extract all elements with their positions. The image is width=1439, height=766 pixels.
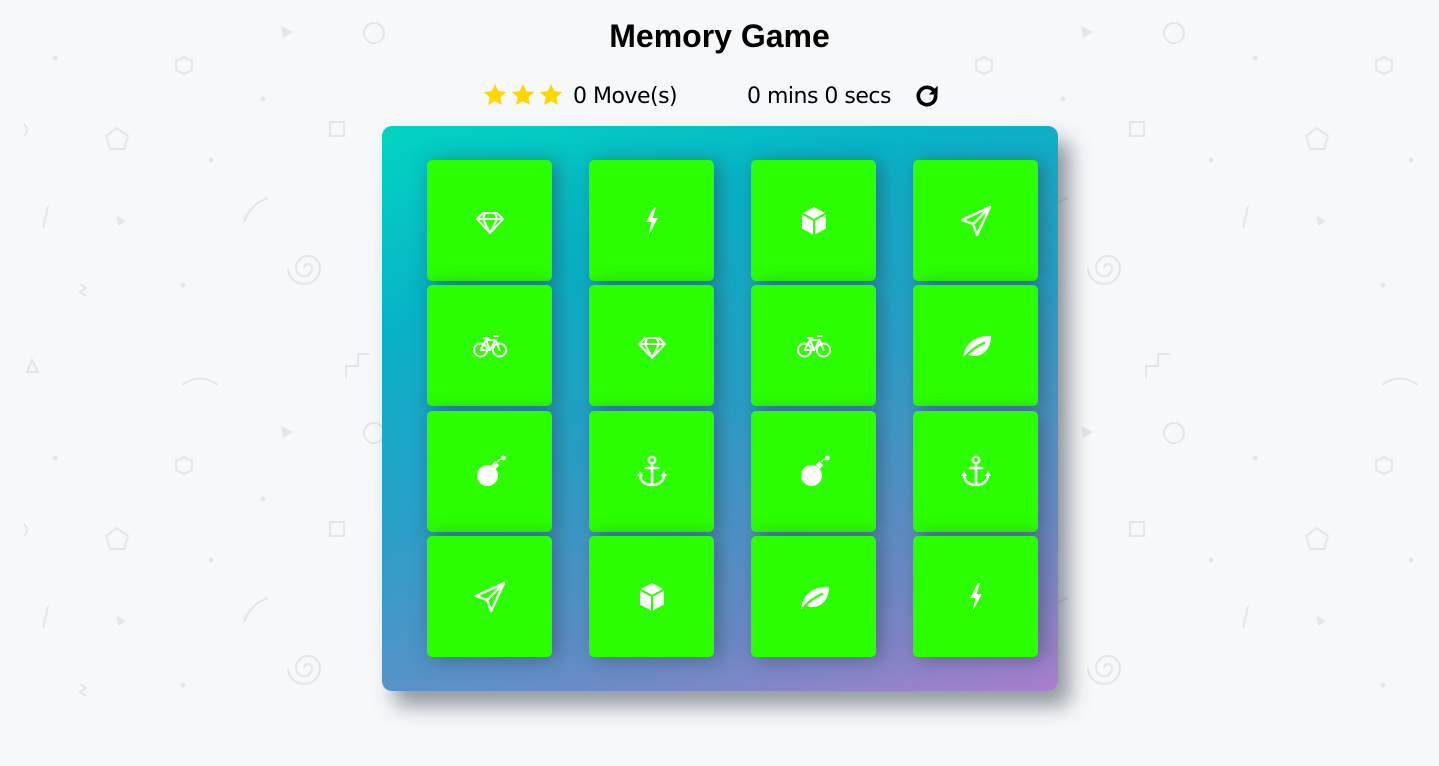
bolt-icon [969, 582, 982, 611]
card-cube[interactable] [751, 160, 876, 281]
card-bomb[interactable] [751, 411, 876, 532]
timer: 0 mins 0 secs [747, 84, 891, 109]
diamond-icon [475, 211, 504, 234]
card-bolt[interactable] [589, 160, 714, 281]
anchor-icon [960, 455, 991, 486]
card-bicycle[interactable] [427, 285, 552, 406]
bicycle-icon [472, 334, 507, 357]
leaf-icon [962, 335, 991, 358]
star-icon [483, 83, 507, 105]
card-anchor[interactable] [589, 411, 714, 532]
page-title: Memory Game [609, 18, 830, 54]
card-bomb[interactable] [427, 411, 552, 532]
card-leaf[interactable] [913, 285, 1038, 406]
paper-plane-icon [474, 581, 505, 612]
bomb-icon [800, 455, 830, 486]
bomb-icon [476, 455, 506, 486]
card-diamond[interactable] [589, 285, 714, 406]
paper-plane-icon [960, 205, 991, 236]
star-icon [511, 83, 535, 105]
leaf-icon [800, 586, 829, 609]
star-rating [482, 82, 564, 108]
cube-icon [639, 582, 664, 611]
bolt-icon [645, 206, 658, 235]
diamond-icon [637, 336, 666, 359]
card-anchor[interactable] [913, 411, 1038, 532]
card-diamond[interactable] [427, 160, 552, 281]
card-deck [382, 126, 1058, 691]
card-paper-plane[interactable] [913, 160, 1038, 281]
anchor-icon [636, 455, 667, 486]
card-cube[interactable] [589, 536, 714, 657]
card-bicycle[interactable] [751, 285, 876, 406]
bicycle-icon [796, 334, 831, 357]
star-icon [539, 83, 563, 105]
cube-icon [801, 206, 826, 235]
score-panel: 0 Move(s) 0 mins 0 secs [482, 80, 942, 114]
restart-icon[interactable] [914, 83, 940, 109]
move-counter: 0 Move(s) [573, 84, 678, 109]
card-bolt[interactable] [913, 536, 1038, 657]
card-leaf[interactable] [751, 536, 876, 657]
card-paper-plane[interactable] [427, 536, 552, 657]
